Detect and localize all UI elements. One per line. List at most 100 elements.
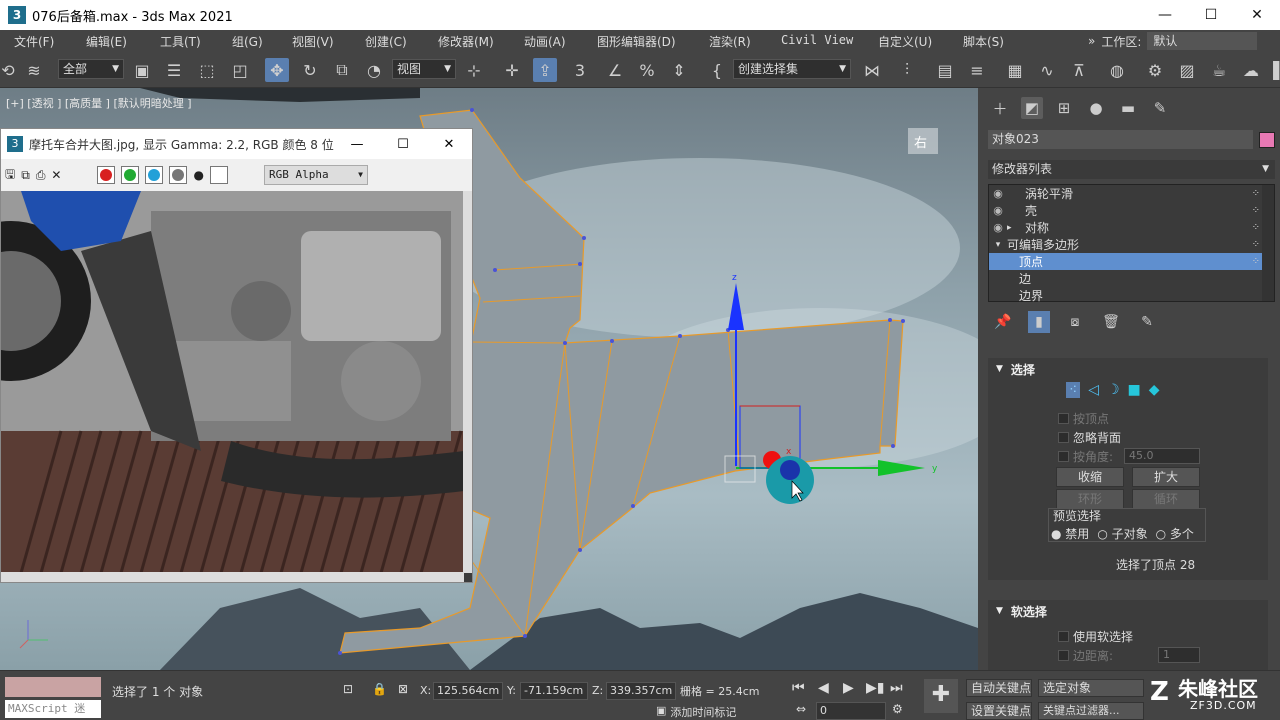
bind-spacewarp-icon[interactable]: ≋ — [22, 58, 46, 82]
select-and-move-icon[interactable]: ✥ — [265, 58, 289, 82]
go-to-start-icon[interactable]: ⏮ — [792, 680, 805, 696]
copy-image-icon[interactable]: ⧉ — [21, 168, 30, 183]
by-vertex-checkbox[interactable]: 按顶点 — [1058, 410, 1109, 427]
motion-tab-icon[interactable]: ● — [1085, 97, 1107, 119]
image-maximize-button[interactable]: ☐ — [380, 137, 426, 152]
loop-button[interactable]: 循环 — [1132, 489, 1200, 509]
key-mode-icon[interactable]: ⇔ — [796, 702, 806, 716]
play-icon[interactable]: ▶ — [843, 680, 854, 696]
preview-multi-radio[interactable]: ○ 多个 — [1156, 525, 1194, 542]
schematic-view-icon[interactable]: ⊼ — [1067, 58, 1091, 82]
keyboard-shortcut-override-icon[interactable]: ⇪ — [533, 58, 557, 82]
pin-stack-icon[interactable]: 📌 — [992, 311, 1014, 333]
select-and-scale-icon[interactable]: ⧉ — [330, 58, 354, 82]
preview-subobject-radio[interactable]: ○ 子对象 — [1097, 525, 1147, 542]
edge-distance-spinner[interactable]: 1 — [1158, 647, 1200, 663]
menu-group[interactable]: 组(G) — [232, 33, 263, 50]
rectangular-selection-icon[interactable]: ⬚ — [195, 58, 219, 82]
toggle-ribbon-icon[interactable]: ▦ — [1003, 58, 1027, 82]
maximize-button[interactable]: ☐ — [1188, 0, 1234, 30]
print-image-icon[interactable]: ⎙ — [36, 168, 46, 183]
clear-image-icon[interactable]: ✕ — [51, 168, 61, 182]
shrink-button[interactable]: 收缩 — [1056, 467, 1124, 487]
expand-icon[interactable]: ▸ — [1007, 223, 1019, 233]
snaps-toggle-icon[interactable]: 3 — [568, 58, 592, 82]
menu-file[interactable]: 文件(F) — [14, 33, 54, 50]
mirror-icon[interactable]: ⋈ — [860, 58, 884, 82]
configure-modifier-sets-icon[interactable]: ✎ — [1136, 311, 1158, 333]
border-subobject-icon[interactable]: ☽ — [1107, 382, 1120, 398]
next-frame-icon[interactable]: ▶▮ — [866, 680, 884, 696]
menu-views[interactable]: 视图(V) — [292, 33, 334, 50]
select-and-rotate-icon[interactable]: ↻ — [298, 58, 322, 82]
image-vertical-scrollbar[interactable] — [463, 191, 472, 573]
selected-object-dropdown[interactable]: 选定对象 — [1038, 679, 1144, 697]
layer-explorer-icon[interactable]: ≡ — [965, 58, 989, 82]
element-subobject-icon[interactable]: ◆ — [1149, 382, 1160, 398]
toolbar-overflow-icon[interactable]: ▐ — [1266, 58, 1280, 82]
hierarchy-tab-icon[interactable]: ⊞ — [1053, 97, 1075, 119]
stack-item-shell[interactable]: ◉ 壳 ⁘ — [989, 202, 1274, 219]
object-color-swatch[interactable] — [1259, 132, 1275, 148]
rendered-frame-window-icon[interactable]: ▨ — [1175, 58, 1199, 82]
select-manipulate-icon[interactable]: ✛ — [500, 58, 524, 82]
red-channel-toggle[interactable] — [97, 166, 116, 184]
stack-item-border[interactable]: 边界 — [989, 287, 1274, 304]
undo-icon[interactable]: ⟲ — [1, 58, 14, 82]
preview-disabled-radio[interactable]: ● 禁用 — [1051, 525, 1089, 542]
alpha-channel-toggle[interactable] — [169, 166, 188, 184]
collapse-icon[interactable]: ▾ — [989, 240, 1007, 250]
absolute-mode-icon[interactable]: ⊠ — [398, 682, 408, 696]
set-key-button[interactable]: 设置关键点 — [966, 702, 1032, 720]
workspace-dropdown[interactable]: 默认 — [1147, 32, 1258, 50]
angle-snap-icon[interactable]: ∠ — [603, 58, 627, 82]
edge-distance-checkbox[interactable]: 边距离: — [1058, 647, 1113, 664]
key-filters-button[interactable]: 关键点过滤器... — [1038, 702, 1144, 720]
render-production-icon[interactable]: ☕ — [1207, 58, 1231, 82]
stack-item-vertex[interactable]: 顶点 ⁘ — [989, 253, 1274, 270]
edge-subobject-icon[interactable]: ◁ — [1088, 382, 1099, 398]
stack-item-edge[interactable]: 边 — [989, 270, 1274, 287]
menu-create[interactable]: 创建(C) — [365, 33, 407, 50]
green-channel-toggle[interactable] — [121, 166, 140, 184]
render-setup-icon[interactable]: ⚙ — [1143, 58, 1167, 82]
stack-item-turbosmooth[interactable]: ◉ 涡轮平滑 ⁘ — [989, 185, 1274, 202]
modify-tab-icon[interactable]: ◩ — [1021, 97, 1043, 119]
show-end-result-icon[interactable]: ▮ — [1028, 311, 1050, 333]
save-image-icon[interactable]: 🖫 — [5, 165, 15, 186]
selection-filter-dropdown[interactable]: 全部 ▼ — [58, 59, 124, 79]
visibility-icon[interactable]: ◉ — [989, 187, 1007, 200]
image-horizontal-scrollbar[interactable] — [1, 572, 464, 582]
create-tab-icon[interactable]: ＋ — [989, 97, 1011, 119]
menu-rendering[interactable]: 渲染(R) — [709, 33, 751, 50]
display-tab-icon[interactable]: ▬ — [1117, 97, 1139, 119]
monochrome-icon[interactable]: ● — [193, 168, 203, 182]
maxscript-mini-listener[interactable]: MAXScript 迷 — [5, 700, 101, 718]
current-frame-field[interactable]: 0 — [816, 702, 886, 720]
x-coordinate-field[interactable]: 125.564cm — [433, 682, 503, 700]
image-close-button[interactable]: ✕ — [426, 137, 472, 152]
menu-animation[interactable]: 动画(A) — [524, 33, 566, 50]
time-config-icon[interactable]: ⚙ — [892, 702, 903, 716]
minimize-button[interactable]: — — [1142, 0, 1188, 30]
by-angle-checkbox[interactable]: 按角度: — [1058, 448, 1113, 465]
set-key-icon[interactable]: ✚ — [924, 679, 958, 713]
soft-selection-header[interactable]: ▼ 软选择 — [988, 600, 1268, 622]
menu-civil-view[interactable]: Civil View — [781, 33, 853, 47]
angle-spinner[interactable]: 45.0 — [1124, 448, 1200, 464]
auto-key-button[interactable]: 自动关键点 — [966, 679, 1032, 697]
window-crossing-icon[interactable]: ◰ — [228, 58, 252, 82]
channel-display-dropdown[interactable]: RGB Alpha ▼ — [263, 165, 368, 185]
visibility-icon[interactable]: ◉ — [989, 221, 1007, 234]
add-time-tag[interactable]: ▣ 添加时间标记 — [656, 704, 736, 720]
edit-named-selection-icon[interactable]: { — [705, 58, 729, 82]
selection-lock-icon[interactable]: 🔒 — [372, 682, 387, 696]
selection-rollout-header[interactable]: ▼ 选择 — [988, 358, 1268, 380]
stack-item-symmetry[interactable]: ◉ ▸ 对称 ⁘ — [989, 219, 1274, 236]
go-to-end-icon[interactable]: ⏭ — [890, 680, 903, 696]
select-by-name-icon[interactable]: ☰ — [162, 58, 186, 82]
utilities-tab-icon[interactable]: ✎ — [1149, 97, 1171, 119]
reference-coordinate-dropdown[interactable]: 视图 ▼ — [392, 59, 456, 79]
use-soft-selection-checkbox[interactable]: 使用软选择 — [1058, 628, 1133, 645]
menu-customize[interactable]: 自定义(U) — [878, 33, 932, 50]
